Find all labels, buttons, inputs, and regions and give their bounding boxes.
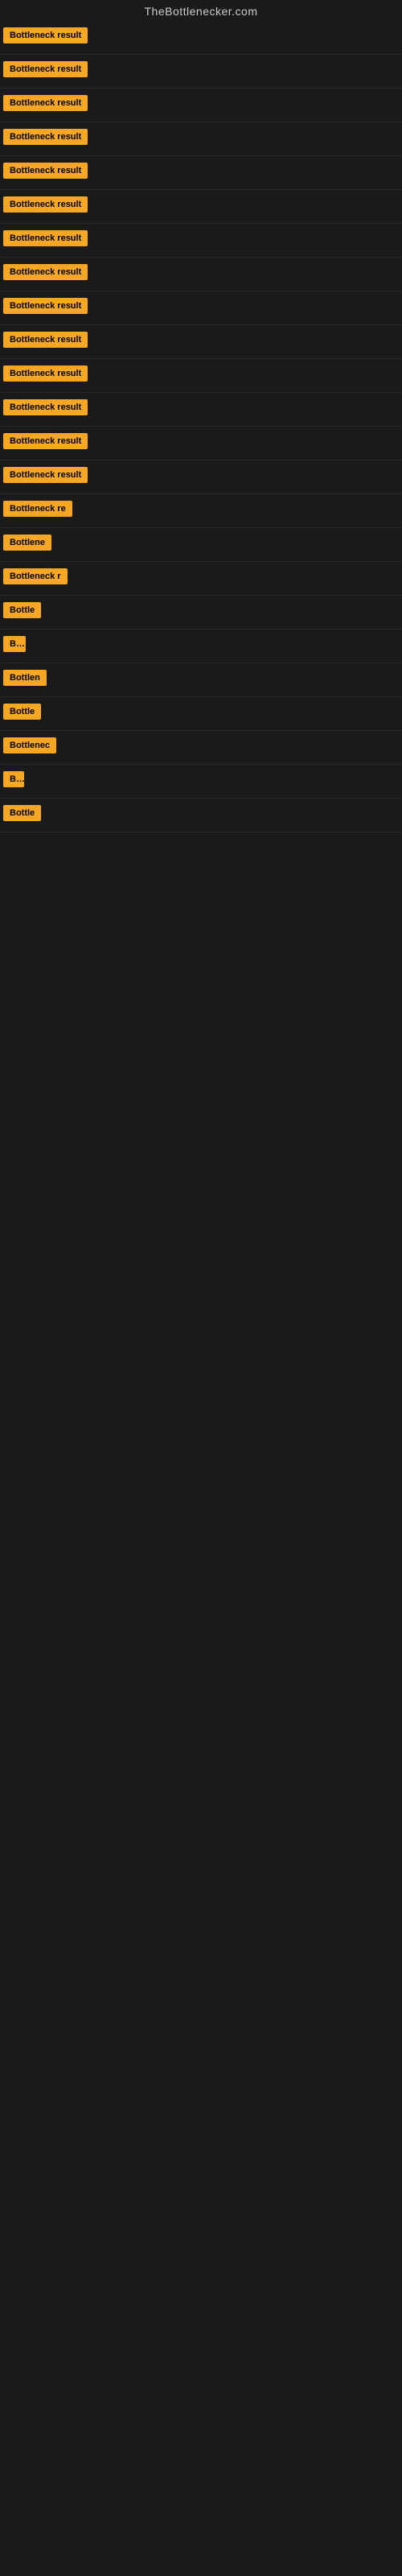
bottleneck-result-badge[interactable]: Bottleneck result xyxy=(3,365,88,382)
badge-row: Bottleneck result xyxy=(0,427,402,460)
badge-row: Bottlenec xyxy=(0,731,402,765)
bottleneck-result-badge[interactable]: Bottleneck result xyxy=(3,163,88,179)
badge-row: Bottleneck re xyxy=(0,494,402,528)
badge-row: Bottleneck result xyxy=(0,122,402,156)
badge-row: Bottle xyxy=(0,697,402,731)
bottleneck-result-badge[interactable]: Bottle xyxy=(3,704,41,720)
badge-row: Bottleneck r xyxy=(0,562,402,596)
badge-row: Bottleneck result xyxy=(0,89,402,122)
bottleneck-result-badge[interactable]: Bottleneck result xyxy=(3,230,88,246)
bottleneck-result-badge[interactable]: Bo xyxy=(3,636,26,652)
badge-row: Bottleneck result xyxy=(0,224,402,258)
badge-row: Bottleneck result xyxy=(0,393,402,427)
bottleneck-result-badge[interactable]: Bottle xyxy=(3,602,41,618)
bottleneck-result-badge[interactable]: Bottleneck r xyxy=(3,568,68,584)
bottleneck-result-badge[interactable]: Bottlen xyxy=(3,670,47,686)
site-title: TheBottlenecker.com xyxy=(0,0,402,21)
bottleneck-result-badge[interactable]: Bottleneck result xyxy=(3,298,88,314)
bottleneck-result-badge[interactable]: Bottleneck result xyxy=(3,196,88,213)
badge-row: Bo xyxy=(0,765,402,799)
bottleneck-result-badge[interactable]: Bo xyxy=(3,771,24,787)
bottleneck-result-badge[interactable]: Bottleneck result xyxy=(3,129,88,145)
badges-container: Bottleneck result Bottleneck result Bottle… xyxy=(0,21,402,832)
site-title-container: TheBottlenecker.com xyxy=(0,0,402,21)
badge-row: Bottleneck result xyxy=(0,156,402,190)
bottleneck-result-badge[interactable]: Bottleneck result xyxy=(3,264,88,280)
bottleneck-result-badge[interactable]: Bottlene xyxy=(3,535,51,551)
bottleneck-result-badge[interactable]: Bottlenec xyxy=(3,737,56,753)
badge-row: Bottleneck result xyxy=(0,190,402,224)
badge-row: Bottle xyxy=(0,799,402,832)
badge-row: Bottleneck result xyxy=(0,359,402,393)
bottleneck-result-badge[interactable]: Bottleneck result xyxy=(3,399,88,415)
bottleneck-result-badge[interactable]: Bottleneck result xyxy=(3,27,88,43)
bottleneck-result-badge[interactable]: Bottleneck result xyxy=(3,61,88,77)
badge-row: Bottlene xyxy=(0,528,402,562)
bottleneck-result-badge[interactable]: Bottleneck result xyxy=(3,95,88,111)
badge-row: Bottle xyxy=(0,596,402,630)
badge-row: Bottleneck result xyxy=(0,21,402,55)
badge-row: Bottleneck result xyxy=(0,460,402,494)
bottleneck-result-badge[interactable]: Bottleneck re xyxy=(3,501,72,517)
badge-row: Bottleneck result xyxy=(0,55,402,89)
badge-row: Bottleneck result xyxy=(0,291,402,325)
bottleneck-result-badge[interactable]: Bottleneck result xyxy=(3,332,88,348)
badge-row: Bo xyxy=(0,630,402,663)
bottleneck-result-badge[interactable]: Bottleneck result xyxy=(3,467,88,483)
bottleneck-result-badge[interactable]: Bottleneck result xyxy=(3,433,88,449)
bottleneck-result-badge[interactable]: Bottle xyxy=(3,805,41,821)
badge-row: Bottleneck result xyxy=(0,258,402,291)
badge-row: Bottleneck result xyxy=(0,325,402,359)
badge-row: Bottlen xyxy=(0,663,402,697)
